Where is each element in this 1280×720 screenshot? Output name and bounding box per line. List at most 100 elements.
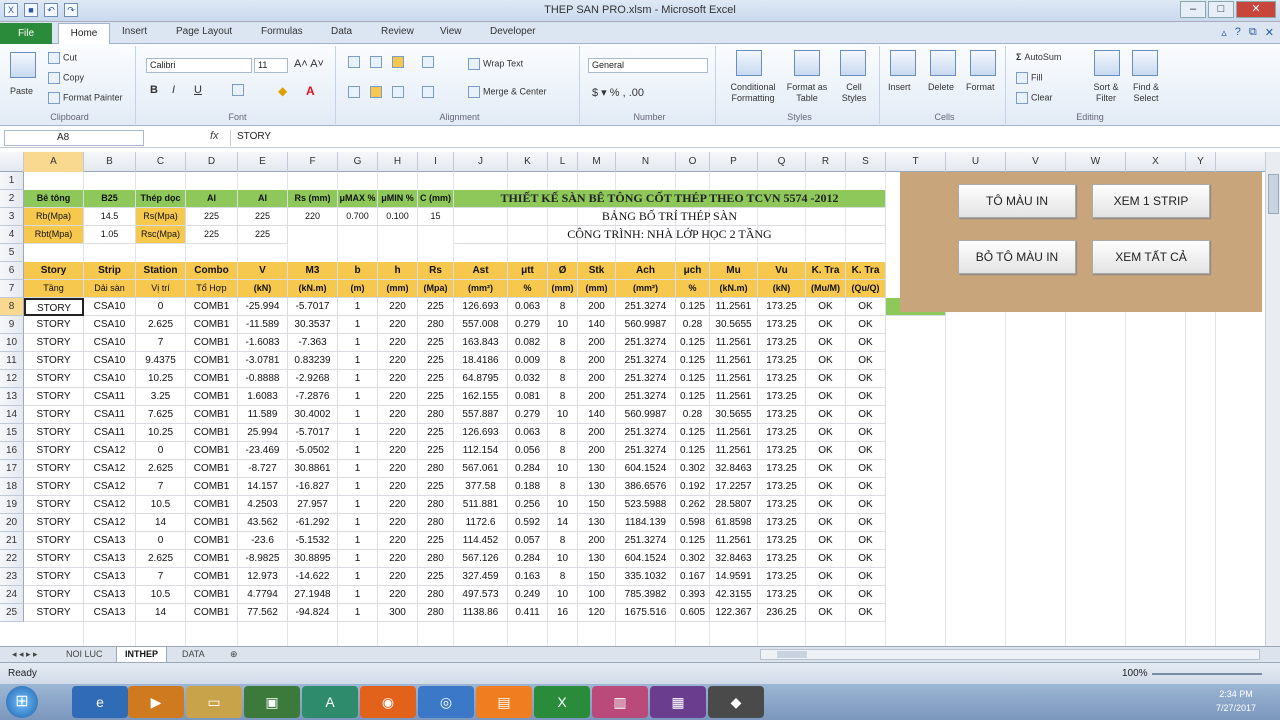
table-cell[interactable]: 1 (338, 352, 378, 370)
table-cell[interactable]: 327.459 (454, 568, 508, 586)
column-header-Q[interactable]: Q (758, 152, 806, 172)
table-cell[interactable]: 0.279 (508, 406, 548, 424)
insert-cells-icon[interactable] (890, 50, 916, 76)
table-cell[interactable]: 220 (378, 550, 418, 568)
table-cell[interactable]: 1 (338, 316, 378, 334)
cell-styles-icon[interactable] (840, 50, 866, 76)
italic-icon[interactable]: I (172, 84, 175, 96)
table-cell[interactable]: CSA10 (84, 298, 136, 316)
table-cell[interactable]: 0.28 (676, 406, 710, 424)
table-cell[interactable]: 140 (578, 316, 616, 334)
table-cell[interactable]: CSA12 (84, 496, 136, 514)
tab-view[interactable]: View (440, 26, 462, 37)
row-header-2[interactable]: 2 (0, 190, 24, 208)
column-header-P[interactable]: P (710, 152, 758, 172)
table-cell[interactable]: COMB1 (186, 586, 238, 604)
table-cell[interactable]: COMB1 (186, 460, 238, 478)
table-cell[interactable]: -0.8888 (238, 370, 288, 388)
table-cell[interactable]: 18.4186 (454, 352, 508, 370)
autosum-button[interactable]: Σ AutoSum (1016, 52, 1061, 62)
column-header-D[interactable]: D (186, 152, 238, 172)
table-unit-cell[interactable]: (kN.m) (288, 280, 338, 298)
table-cell[interactable]: 122.367 (710, 604, 758, 622)
table-cell[interactable]: 11.2561 (710, 532, 758, 550)
param-value-cell[interactable]: 1.05 (84, 226, 136, 244)
table-cell[interactable]: 220 (378, 316, 418, 334)
table-cell[interactable]: COMB1 (186, 550, 238, 568)
table-cell[interactable]: -14.622 (288, 568, 338, 586)
table-cell[interactable]: STORY (24, 316, 84, 334)
table-cell[interactable]: 1184.139 (616, 514, 676, 532)
table-cell[interactable]: CSA13 (84, 568, 136, 586)
column-header-U[interactable]: U (946, 152, 1006, 172)
table-cell[interactable]: 251.3274 (616, 424, 676, 442)
table-cell[interactable]: 16 (548, 604, 578, 622)
table-cell[interactable]: 0.284 (508, 460, 548, 478)
table-cell[interactable]: 0.125 (676, 298, 710, 316)
table-unit-cell[interactable]: (kN.m) (710, 280, 758, 298)
table-cell[interactable]: 11.2561 (710, 352, 758, 370)
table-cell[interactable]: 8 (548, 442, 578, 460)
minimize-ribbon-icon[interactable]: ▵ (1221, 26, 1227, 39)
table-cell[interactable]: OK (846, 424, 886, 442)
column-header-X[interactable]: X (1126, 152, 1186, 172)
table-cell[interactable]: OK (806, 424, 846, 442)
table-cell[interactable]: 0.056 (508, 442, 548, 460)
delete-cells-icon[interactable] (930, 50, 956, 76)
column-header-B[interactable]: B (84, 152, 136, 172)
table-cell[interactable]: OK (806, 316, 846, 334)
table-cell[interactable]: 10 (548, 316, 578, 334)
param-value-cell[interactable]: 220 (288, 208, 338, 226)
table-cell[interactable]: 163.843 (454, 334, 508, 352)
table-cell[interactable]: 225 (418, 334, 454, 352)
table-cell[interactable]: 1 (338, 388, 378, 406)
row-header-14[interactable]: 14 (0, 406, 24, 424)
row-header-7[interactable]: 7 (0, 280, 24, 298)
table-cell[interactable]: -16.827 (288, 478, 338, 496)
table-cell[interactable]: 225 (418, 370, 454, 388)
table-cell[interactable]: 236.25 (758, 604, 806, 622)
table-cell[interactable]: STORY (24, 460, 84, 478)
table-cell[interactable]: OK (806, 388, 846, 406)
table-cell[interactable]: STORY (24, 514, 84, 532)
table-cell[interactable]: 567.126 (454, 550, 508, 568)
table-cell[interactable]: 140 (578, 406, 616, 424)
table-cell[interactable]: 220 (378, 334, 418, 352)
table-cell[interactable]: 0.125 (676, 424, 710, 442)
table-cell[interactable]: -8.9825 (238, 550, 288, 568)
cut-button[interactable]: Cut (48, 52, 77, 64)
table-header-cell[interactable]: K. Tra (806, 262, 846, 280)
table-cell[interactable]: 225 (418, 568, 454, 586)
table-cell[interactable]: -1.6083 (238, 334, 288, 352)
insert-cells-button[interactable]: Insert (888, 82, 911, 92)
param-value-cell[interactable]: 0.100 (378, 208, 418, 226)
table-cell[interactable]: 173.25 (758, 442, 806, 460)
conditional-formatting-button[interactable]: Conditional Formatting (722, 82, 784, 104)
table-cell[interactable]: 8 (548, 370, 578, 388)
find-select-icon[interactable] (1132, 50, 1158, 76)
table-cell[interactable]: 77.562 (238, 604, 288, 622)
row-header-9[interactable]: 9 (0, 316, 24, 334)
table-cell[interactable]: CSA13 (84, 532, 136, 550)
table-unit-cell[interactable]: % (508, 280, 548, 298)
table-cell[interactable]: 28.5807 (710, 496, 758, 514)
table-cell[interactable]: 8 (548, 334, 578, 352)
help-icon[interactable]: ? (1235, 26, 1241, 39)
table-cell[interactable]: 220 (378, 532, 418, 550)
table-cell[interactable]: 1 (338, 496, 378, 514)
table-cell[interactable]: 114.452 (454, 532, 508, 550)
table-cell[interactable]: STORY (24, 370, 84, 388)
sort-filter-icon[interactable] (1094, 50, 1120, 76)
param-header-cell[interactable]: AI (238, 190, 288, 208)
conditional-formatting-icon[interactable] (736, 50, 762, 76)
table-cell[interactable]: OK (846, 460, 886, 478)
param-value-cell[interactable]: 0.700 (338, 208, 378, 226)
table-cell[interactable]: 173.25 (758, 316, 806, 334)
row-header-13[interactable]: 13 (0, 388, 24, 406)
table-cell[interactable]: OK (846, 442, 886, 460)
table-cell[interactable]: 280 (418, 406, 454, 424)
table-cell[interactable]: 0.302 (676, 550, 710, 568)
table-cell[interactable]: 0 (136, 442, 186, 460)
table-cell[interactable]: 1 (338, 532, 378, 550)
table-cell[interactable]: 0.125 (676, 352, 710, 370)
